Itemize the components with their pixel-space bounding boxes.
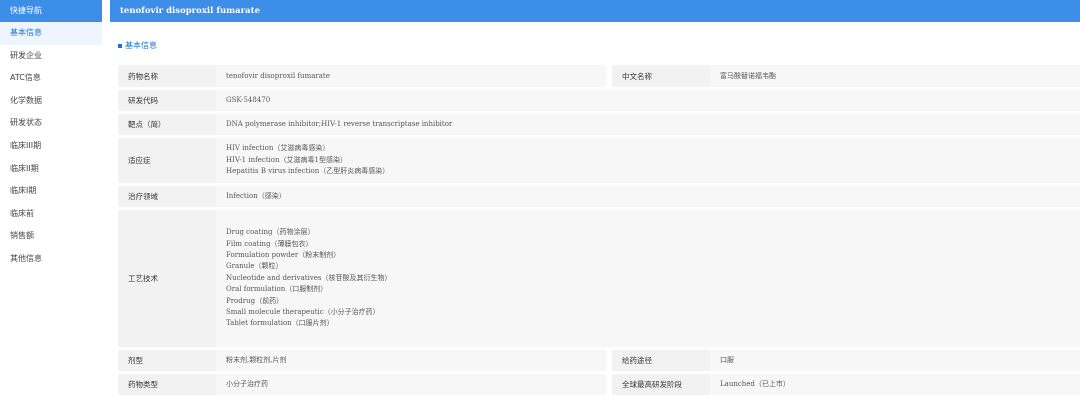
table-row: 药物名称 tenofovir disoproxil fumarate 中文名称 … (118, 65, 1080, 87)
table-row: 工艺技术 Drug coating（药物涂层） Film coating（薄膜包… (118, 210, 1080, 347)
phase-label: 全球最高研发阶段 (612, 374, 710, 395)
table-row: 治疗领域 Infection（感染） (118, 186, 1080, 207)
sidebar-item[interactable]: 化学数据 (0, 90, 102, 113)
target-value: DNA polymerase inhibitor;HIV-1 reverse t… (216, 114, 1080, 135)
target-label: 靶点（简） (118, 114, 216, 135)
tech-item: Granule（颗粒） (226, 262, 283, 271)
type-value: 小分子治疗药 (216, 374, 606, 395)
tech-item: Film coating（薄膜包衣） (226, 239, 313, 248)
cn-name-label: 中文名称 (612, 65, 710, 87)
code-value: GSK-548470 (216, 90, 1080, 111)
tech-item: Drug coating（药物涂层） (226, 228, 315, 237)
dosage-value: 粉末剂,颗粒剂,片剂 (216, 350, 606, 371)
bullet-square-icon (118, 43, 122, 48)
table-row: 药物类型 小分子治疗药 全球最高研发阶段 Launched（已上市） (118, 374, 1080, 395)
code-label: 研发代码 (118, 90, 216, 111)
area-value: Infection（感染） (216, 186, 1080, 207)
info-table: 药物名称 tenofovir disoproxil fumarate 中文名称 … (118, 62, 1080, 398)
sidebar-item[interactable]: 销售额 (0, 225, 102, 248)
main-panel: tenofovir disoproxil fumarate 基本信息 药物名称 … (110, 0, 1080, 396)
sidebar: 快捷导航 基本信息 研发企业 ATC信息 化学数据 研发状态 临床III期 临床II期 临床I… (0, 0, 102, 396)
table-row: 靶点（简） DNA polymerase inhibitor;HIV-1 rev… (118, 114, 1080, 135)
dosage-label: 剂型 (118, 350, 216, 371)
route-label: 给药途径 (612, 350, 710, 371)
tech-label: 工艺技术 (118, 210, 216, 347)
tech-item: Tablet formulation（口服片剂） (226, 319, 334, 328)
indication-list: HIV infection（艾滋病毒感染） HIV-1 infection（艾滋… (216, 138, 1080, 183)
sidebar-item[interactable]: 临床前 (0, 203, 102, 226)
indication-label: 适应症 (118, 138, 216, 183)
table-row: 适应症 HIV infection（艾滋病毒感染） HIV-1 infectio… (118, 138, 1080, 183)
table-row: 研发代码 GSK-548470 (118, 90, 1080, 111)
indication-item: HIV-1 infection（艾滋病毒1型感染） (226, 155, 347, 164)
tech-item: Oral formulation（口服制剂） (226, 285, 328, 294)
sidebar-item[interactable]: 研发企业 (0, 45, 102, 68)
phase-value: Launched（已上市） (710, 374, 1080, 395)
cn-name-value: 富马酸替诺福韦酯 (710, 65, 1080, 87)
sidebar-item[interactable]: ATC信息 (0, 67, 102, 90)
section-title: 基本信息 (118, 40, 157, 51)
tech-item: Small molecule therapeutic（小分子治疗药） (226, 308, 380, 317)
sidebar-item[interactable]: 临床II期 (0, 158, 102, 181)
tech-item: Nucleotide and derivatives（核苷酸及其衍生物） (226, 273, 392, 282)
page-title: tenofovir disoproxil fumarate (110, 0, 1080, 22)
sidebar-item[interactable]: 其他信息 (0, 248, 102, 271)
indication-item: HIV infection（艾滋病毒感染） (226, 144, 330, 153)
sidebar-list: 基本信息 研发企业 ATC信息 化学数据 研发状态 临床III期 临床II期 临床I期 临床前销… (0, 22, 102, 271)
indication-item: Hepatitis B virus infection（乙型肝炎病毒感染） (226, 167, 390, 176)
sidebar-item[interactable]: 临床III期 (0, 135, 102, 158)
drug-name-label: 药物名称 (118, 65, 216, 87)
route-value: 口服 (710, 350, 1080, 371)
sidebar-item[interactable]: 基本信息 (0, 22, 102, 45)
section-title-label: 基本信息 (125, 41, 157, 50)
sidebar-item[interactable]: 临床I期 (0, 180, 102, 203)
drug-name-value: tenofovir disoproxil fumarate (216, 65, 606, 87)
tech-item: Prodrug（前药） (226, 296, 284, 305)
sidebar-item[interactable]: 研发状态 (0, 112, 102, 135)
tech-list: Drug coating（药物涂层） Film coating（薄膜包衣） Fo… (216, 210, 1080, 347)
area-label: 治疗领域 (118, 186, 216, 207)
type-label: 药物类型 (118, 374, 216, 395)
table-row: 剂型 粉末剂,颗粒剂,片剂 给药途径 口服 (118, 350, 1080, 371)
tech-item: Formulation powder（粉末制剂） (226, 250, 341, 259)
sidebar-header: 快捷导航 (0, 0, 102, 22)
